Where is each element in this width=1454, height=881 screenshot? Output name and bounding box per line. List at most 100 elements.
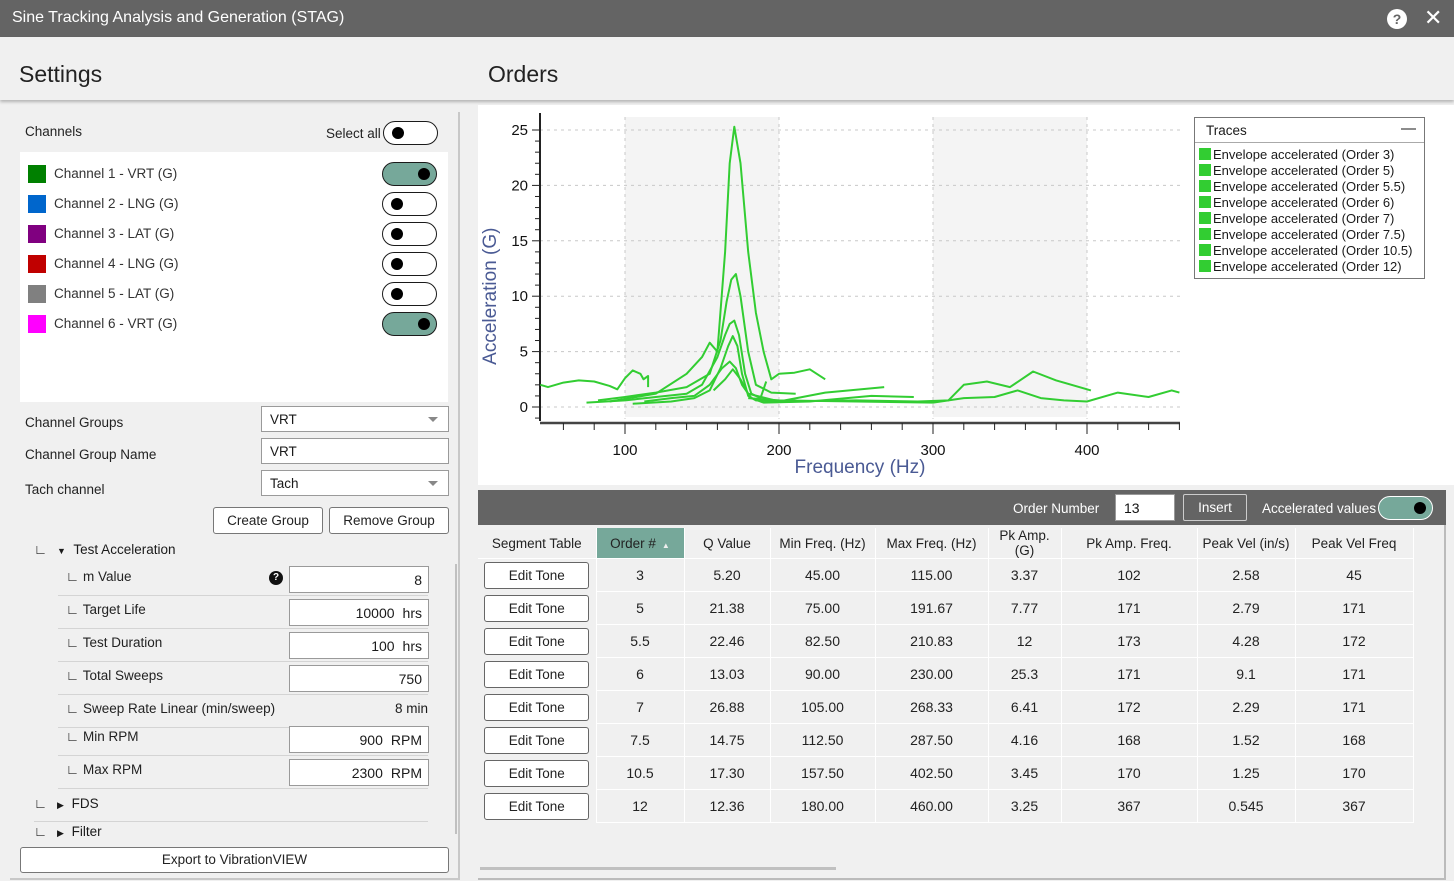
table-cell: 6.41: [988, 690, 1062, 724]
table-row: Edit Tone 5 21.38 75.00 191.67 7.77 171 2.79 171: [478, 591, 1414, 625]
insert-button[interactable]: Insert: [1183, 494, 1247, 521]
channel-label: Channel 6 - VRT (G): [54, 316, 178, 331]
settings-scrollbar[interactable]: [455, 564, 457, 834]
column-header[interactable]: Pk Amp. (G): [988, 528, 1062, 559]
column-header[interactable]: Max Freq. (Hz): [875, 528, 989, 559]
edit-tone-button[interactable]: Edit Tone: [484, 594, 590, 622]
table-cell: 1.52: [1197, 723, 1296, 757]
table-cell: 172: [1061, 690, 1198, 724]
channel-toggle[interactable]: [382, 222, 437, 246]
channel-row: Channel 5 - LAT (G): [20, 282, 448, 312]
target-life-label: Target Life: [82, 602, 146, 617]
edit-tone-button[interactable]: Edit Tone: [484, 759, 590, 787]
window-title: Sine Tracking Analysis and Generation (S…: [12, 9, 345, 26]
legend-item[interactable]: Envelope accelerated (Order 5.5): [1195, 179, 1424, 195]
table-cell: 25.3: [988, 657, 1062, 691]
segment-cell: Edit Tone: [478, 558, 597, 592]
create-group-button[interactable]: Create Group: [213, 507, 323, 534]
table-cell: 5.20: [684, 558, 771, 592]
table-cell: 168: [1061, 723, 1198, 757]
target-life-input[interactable]: 10000 hrs: [289, 599, 429, 626]
table-cell: 12: [596, 789, 685, 823]
channel-toggle[interactable]: [382, 252, 437, 276]
column-header[interactable]: Q Value: [684, 528, 771, 559]
test-acceleration-node[interactable]: ∟ ▼ Test Acceleration: [34, 542, 175, 557]
question-circle-icon[interactable]: ?: [1387, 9, 1407, 29]
tach-channel-dropdown[interactable]: Tach: [261, 470, 449, 496]
column-header[interactable]: Peak Vel Freq: [1295, 528, 1414, 559]
segment-cell: Edit Tone: [478, 756, 597, 790]
edit-tone-button[interactable]: Edit Tone: [484, 693, 590, 721]
channel-row: Channel 1 - VRT (G): [20, 162, 448, 192]
traces-legend: Traces — Envelope accelerated (Order 3) E…: [1194, 117, 1425, 279]
table-cell: 7.5: [596, 723, 685, 757]
table-cell: 14.75: [684, 723, 771, 757]
column-header[interactable]: Pk Amp. Freq.: [1061, 528, 1198, 559]
question-circle-icon[interactable]: ?: [269, 571, 283, 585]
segment-cell: Edit Tone: [478, 624, 597, 658]
channel-toggle[interactable]: [382, 192, 437, 216]
max-rpm-unit: RPM: [390, 765, 422, 781]
table-cell: 6: [596, 657, 685, 691]
accelerated-values-toggle[interactable]: [1378, 496, 1433, 520]
test-duration-input[interactable]: 100 hrs: [289, 632, 429, 659]
table-horizontal-scrollbar[interactable]: [480, 867, 836, 870]
channel-groups-dropdown[interactable]: VRT: [261, 406, 449, 432]
legend-swatch: [1199, 196, 1211, 208]
column-header-label: Pk Amp. (G): [999, 528, 1050, 558]
table-cell: 460.00: [875, 789, 989, 823]
edit-tone-button[interactable]: Edit Tone: [484, 561, 590, 589]
legend-swatch: [1199, 180, 1211, 192]
test-acceleration-label: Test Acceleration: [73, 542, 176, 557]
table-cell: 4.28: [1197, 624, 1296, 658]
legend-items: Envelope accelerated (Order 3) Envelope a…: [1195, 143, 1424, 275]
m-value-input[interactable]: 8: [289, 566, 429, 593]
table-cell: 82.50: [770, 624, 876, 658]
channel-toggle[interactable]: [382, 282, 437, 306]
edit-tone-button[interactable]: Edit Tone: [484, 726, 590, 754]
column-header[interactable]: Min Freq. (Hz): [770, 528, 876, 559]
channel-label: Channel 2 - LNG (G): [54, 196, 179, 211]
edit-tone-button[interactable]: Edit Tone: [484, 660, 590, 688]
total-sweeps-input[interactable]: 750: [289, 665, 429, 692]
legend-item[interactable]: Envelope accelerated (Order 7.5): [1195, 227, 1424, 243]
legend-item[interactable]: Envelope accelerated (Order 7): [1195, 211, 1424, 227]
export-to-vibrationview-button[interactable]: Export to VibrationVIEW: [20, 847, 449, 873]
orders-title: Orders: [488, 61, 559, 87]
max-rpm-input[interactable]: 2300 RPM: [289, 759, 429, 786]
tree-branch-icon: ∟: [34, 824, 48, 839]
channel-toggle[interactable]: [382, 162, 437, 186]
channel-toggle[interactable]: [382, 312, 437, 336]
edit-tone-button[interactable]: Edit Tone: [484, 627, 590, 655]
column-header[interactable]: Order # ▲: [596, 528, 685, 559]
chevron-down-icon: [428, 481, 438, 486]
remove-group-button[interactable]: Remove Group: [329, 507, 449, 534]
filter-node[interactable]: ∟ ▶ Filter: [34, 824, 102, 839]
order-number-input[interactable]: 13: [1115, 494, 1175, 521]
close-icon[interactable]: ✕: [1424, 6, 1442, 30]
legend-swatch: [1199, 164, 1211, 176]
legend-item[interactable]: Envelope accelerated (Order 3): [1195, 147, 1424, 163]
min-rpm-input[interactable]: 900 RPM: [289, 726, 429, 753]
select-all-toggle[interactable]: [383, 121, 438, 145]
legend-item[interactable]: Envelope accelerated (Order 5): [1195, 163, 1424, 179]
column-header[interactable]: Segment Table: [478, 528, 597, 559]
fds-node[interactable]: ∟ ▶ FDS: [34, 796, 428, 822]
column-header[interactable]: Peak Vel (in/s): [1197, 528, 1296, 559]
legend-item[interactable]: Envelope accelerated (Order 12): [1195, 259, 1424, 275]
legend-item[interactable]: Envelope accelerated (Order 6): [1195, 195, 1424, 211]
table-header-row: Segment Table Order # ▲ Q Value Min Freq. (H…: [478, 528, 1414, 559]
legend-header: Traces —: [1195, 118, 1424, 143]
x-tick-label: 100: [612, 442, 637, 459]
minimize-icon[interactable]: —: [1401, 120, 1416, 137]
channel-row: Channel 6 - VRT (G): [20, 312, 448, 342]
fds-label: FDS: [71, 796, 99, 811]
table-cell: 90.00: [770, 657, 876, 691]
table-cell: 21.38: [684, 591, 771, 625]
channel-group-name-input[interactable]: VRT: [261, 438, 449, 464]
legend-item[interactable]: Envelope accelerated (Order 10.5): [1195, 243, 1424, 259]
table-cell: 7: [596, 690, 685, 724]
legend-label: Envelope accelerated (Order 3): [1213, 147, 1395, 162]
edit-tone-button[interactable]: Edit Tone: [484, 792, 590, 820]
toggle-knob: [1414, 502, 1426, 514]
